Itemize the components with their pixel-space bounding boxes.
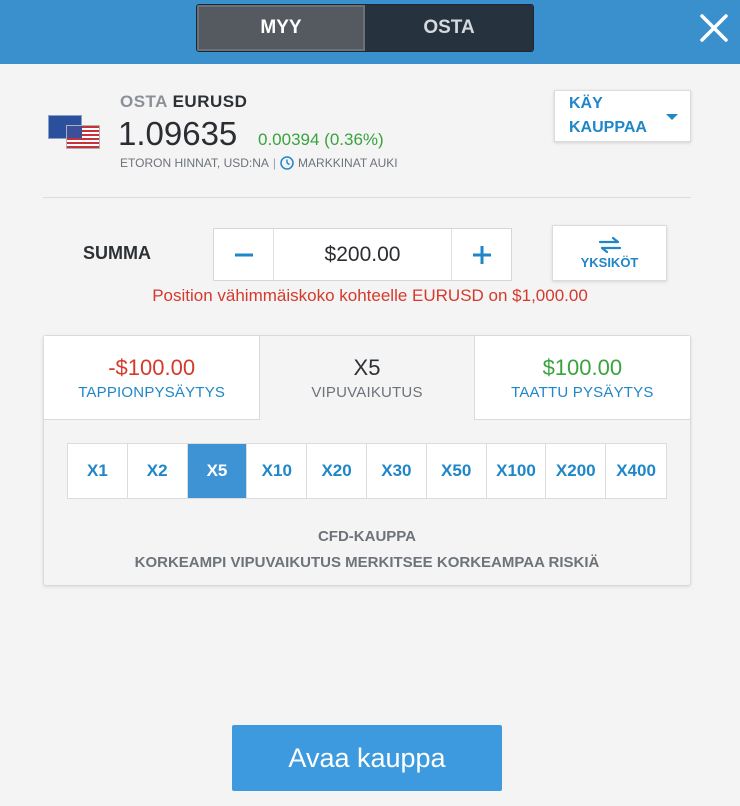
leverage-option[interactable]: X2	[128, 444, 188, 498]
cfd-risk-warning: KORKEAMPI VIPUVAIKUTUS MERKITSEE KORKEAM…	[134, 554, 600, 571]
leverage-option[interactable]: X1	[68, 444, 128, 498]
risk-settings-card: -$100.00 TAPPIONPYSÄYTYS X5 VIPUVAIKUTUS…	[43, 335, 691, 586]
meta-separator: |	[272, 156, 277, 170]
cfd-notice-title: CFD-KAUPPA	[317, 528, 417, 545]
amount-label: SUMMA	[83, 243, 151, 263]
trade-menu-button[interactable]: KÄY KAUPPAA	[554, 90, 691, 142]
minimum-position-warning: Position vähimmäiskoko kohteelle EURUSD …	[152, 286, 588, 305]
swap-arrows-icon	[598, 236, 621, 253]
buy-toggle-button[interactable]: OSTA	[365, 5, 533, 51]
units-label: YKSIKÖT	[580, 254, 639, 270]
sell-toggle-button[interactable]: MYY	[197, 5, 365, 51]
increase-amount-button[interactable]	[451, 229, 511, 280]
trade-action-label: OSTA	[120, 92, 168, 111]
units-toggle-button[interactable]: YKSIKÖT	[552, 225, 667, 281]
leverage-option-selected[interactable]: X5	[187, 444, 248, 498]
instrument-symbol: EURUSD	[172, 92, 248, 111]
leverage-option[interactable]: X50	[427, 444, 487, 498]
top-bar: MYY OSTA	[0, 0, 740, 64]
instrument-title: OSTA EURUSD	[120, 92, 247, 112]
minus-icon	[234, 253, 253, 256]
side-toggle: MYY OSTA	[196, 4, 534, 52]
close-icon[interactable]	[696, 8, 732, 48]
market-status: MARKKINAT AUKI	[298, 156, 398, 170]
currency-pair-flag-icon	[48, 115, 100, 151]
decrease-amount-button[interactable]	[214, 229, 274, 280]
stop-loss-label: TAPPIONPYSÄYTYS	[78, 383, 226, 401]
take-profit-label: TAATTU PYSÄYTYS	[511, 383, 654, 401]
leverage-option[interactable]: X100	[487, 444, 547, 498]
tab-leverage[interactable]: X5 VIPUVAIKUTUS	[259, 336, 475, 420]
leverage-options: X1 X2 X5 X10 X20 X30 X50 X100 X200 X400	[67, 443, 667, 499]
amount-input[interactable]: $200.00	[274, 229, 451, 280]
price-change: 0.00394 (0.36%)	[258, 130, 384, 149]
settings-tabs: -$100.00 TAPPIONPYSÄYTYS X5 VIPUVAIKUTUS…	[44, 336, 690, 420]
trade-menu-label: KÄY KAUPPAA	[569, 95, 647, 136]
instrument-price: 1.09635	[118, 115, 238, 152]
leverage-option[interactable]: X400	[606, 444, 666, 498]
leverage-label: VIPUVAIKUTUS	[311, 384, 423, 401]
tab-take-profit[interactable]: $100.00 TAATTU PYSÄYTYS	[474, 336, 690, 420]
price-meta: ETORON HINNAT, USD:NA | MARKKINAT AUKI	[120, 156, 398, 170]
clock-icon	[280, 156, 294, 170]
take-profit-value: $100.00	[542, 354, 623, 380]
cfd-notice: CFD-KAUPPA KORKEAMPI VIPUVAIKUTUS MERKIT…	[44, 524, 690, 576]
divider	[43, 197, 691, 198]
leverage-option[interactable]: X20	[307, 444, 367, 498]
leverage-option[interactable]: X200	[546, 444, 607, 498]
leverage-value: X5	[353, 355, 381, 380]
stop-loss-value: -$100.00	[108, 354, 196, 380]
open-trade-button[interactable]: Avaa kauppa	[232, 725, 502, 791]
leverage-option[interactable]: X30	[367, 444, 427, 498]
plus-icon	[472, 245, 491, 264]
us-flag-icon	[66, 125, 100, 149]
tab-stop-loss[interactable]: -$100.00 TAPPIONPYSÄYTYS	[44, 336, 260, 420]
chevron-down-icon	[666, 114, 678, 120]
amount-stepper: $200.00	[213, 228, 512, 281]
leverage-option[interactable]: X10	[247, 444, 308, 498]
price-source: ETORON HINNAT, USD:NA	[120, 156, 269, 170]
